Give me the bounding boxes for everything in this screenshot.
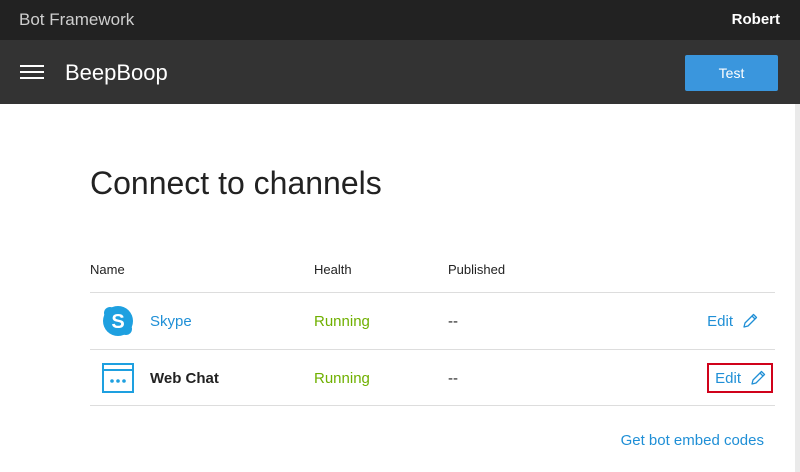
bot-name: BeepBoop: [65, 60, 168, 85]
channel-name-skype[interactable]: Skype: [150, 313, 192, 330]
health-status-web-chat: Running: [314, 370, 370, 387]
divider: [90, 405, 775, 406]
pencil-icon: [751, 370, 766, 385]
channel-name-web-chat: Web Chat: [150, 370, 219, 387]
health-status-skype: Running: [314, 313, 370, 330]
skype-icon: S: [103, 306, 133, 336]
pencil-icon: [743, 313, 758, 328]
test-button[interactable]: Test: [685, 55, 778, 91]
published-status-skype: --: [448, 313, 458, 330]
edit-label: Edit: [707, 312, 733, 330]
edit-button-web-chat[interactable]: Edit: [707, 363, 773, 393]
web-chat-icon: [102, 363, 134, 393]
column-header-published: Published: [448, 262, 506, 277]
bot-header: BeepBoop Test: [0, 40, 800, 104]
top-bar: Bot Framework Robert: [0, 0, 800, 40]
user-name[interactable]: Robert: [732, 11, 780, 28]
edit-label: Edit: [715, 369, 741, 387]
channel-row-skype: S Skype Running -- Edit: [90, 293, 775, 349]
published-status-web-chat: --: [448, 370, 458, 387]
column-header-health: Health: [314, 262, 352, 277]
channel-row-web-chat: Web Chat Running -- Edit: [90, 350, 775, 406]
get-embed-codes-link[interactable]: Get bot embed codes: [621, 432, 764, 449]
svg-text:S: S: [111, 311, 124, 333]
page-title: Connect to channels: [90, 165, 382, 201]
product-name: Bot Framework: [19, 10, 135, 29]
hamburger-menu-icon[interactable]: [20, 65, 44, 79]
edit-button-skype[interactable]: Edit: [701, 308, 765, 334]
scrollbar[interactable]: [795, 104, 800, 472]
column-header-name: Name: [90, 262, 125, 277]
